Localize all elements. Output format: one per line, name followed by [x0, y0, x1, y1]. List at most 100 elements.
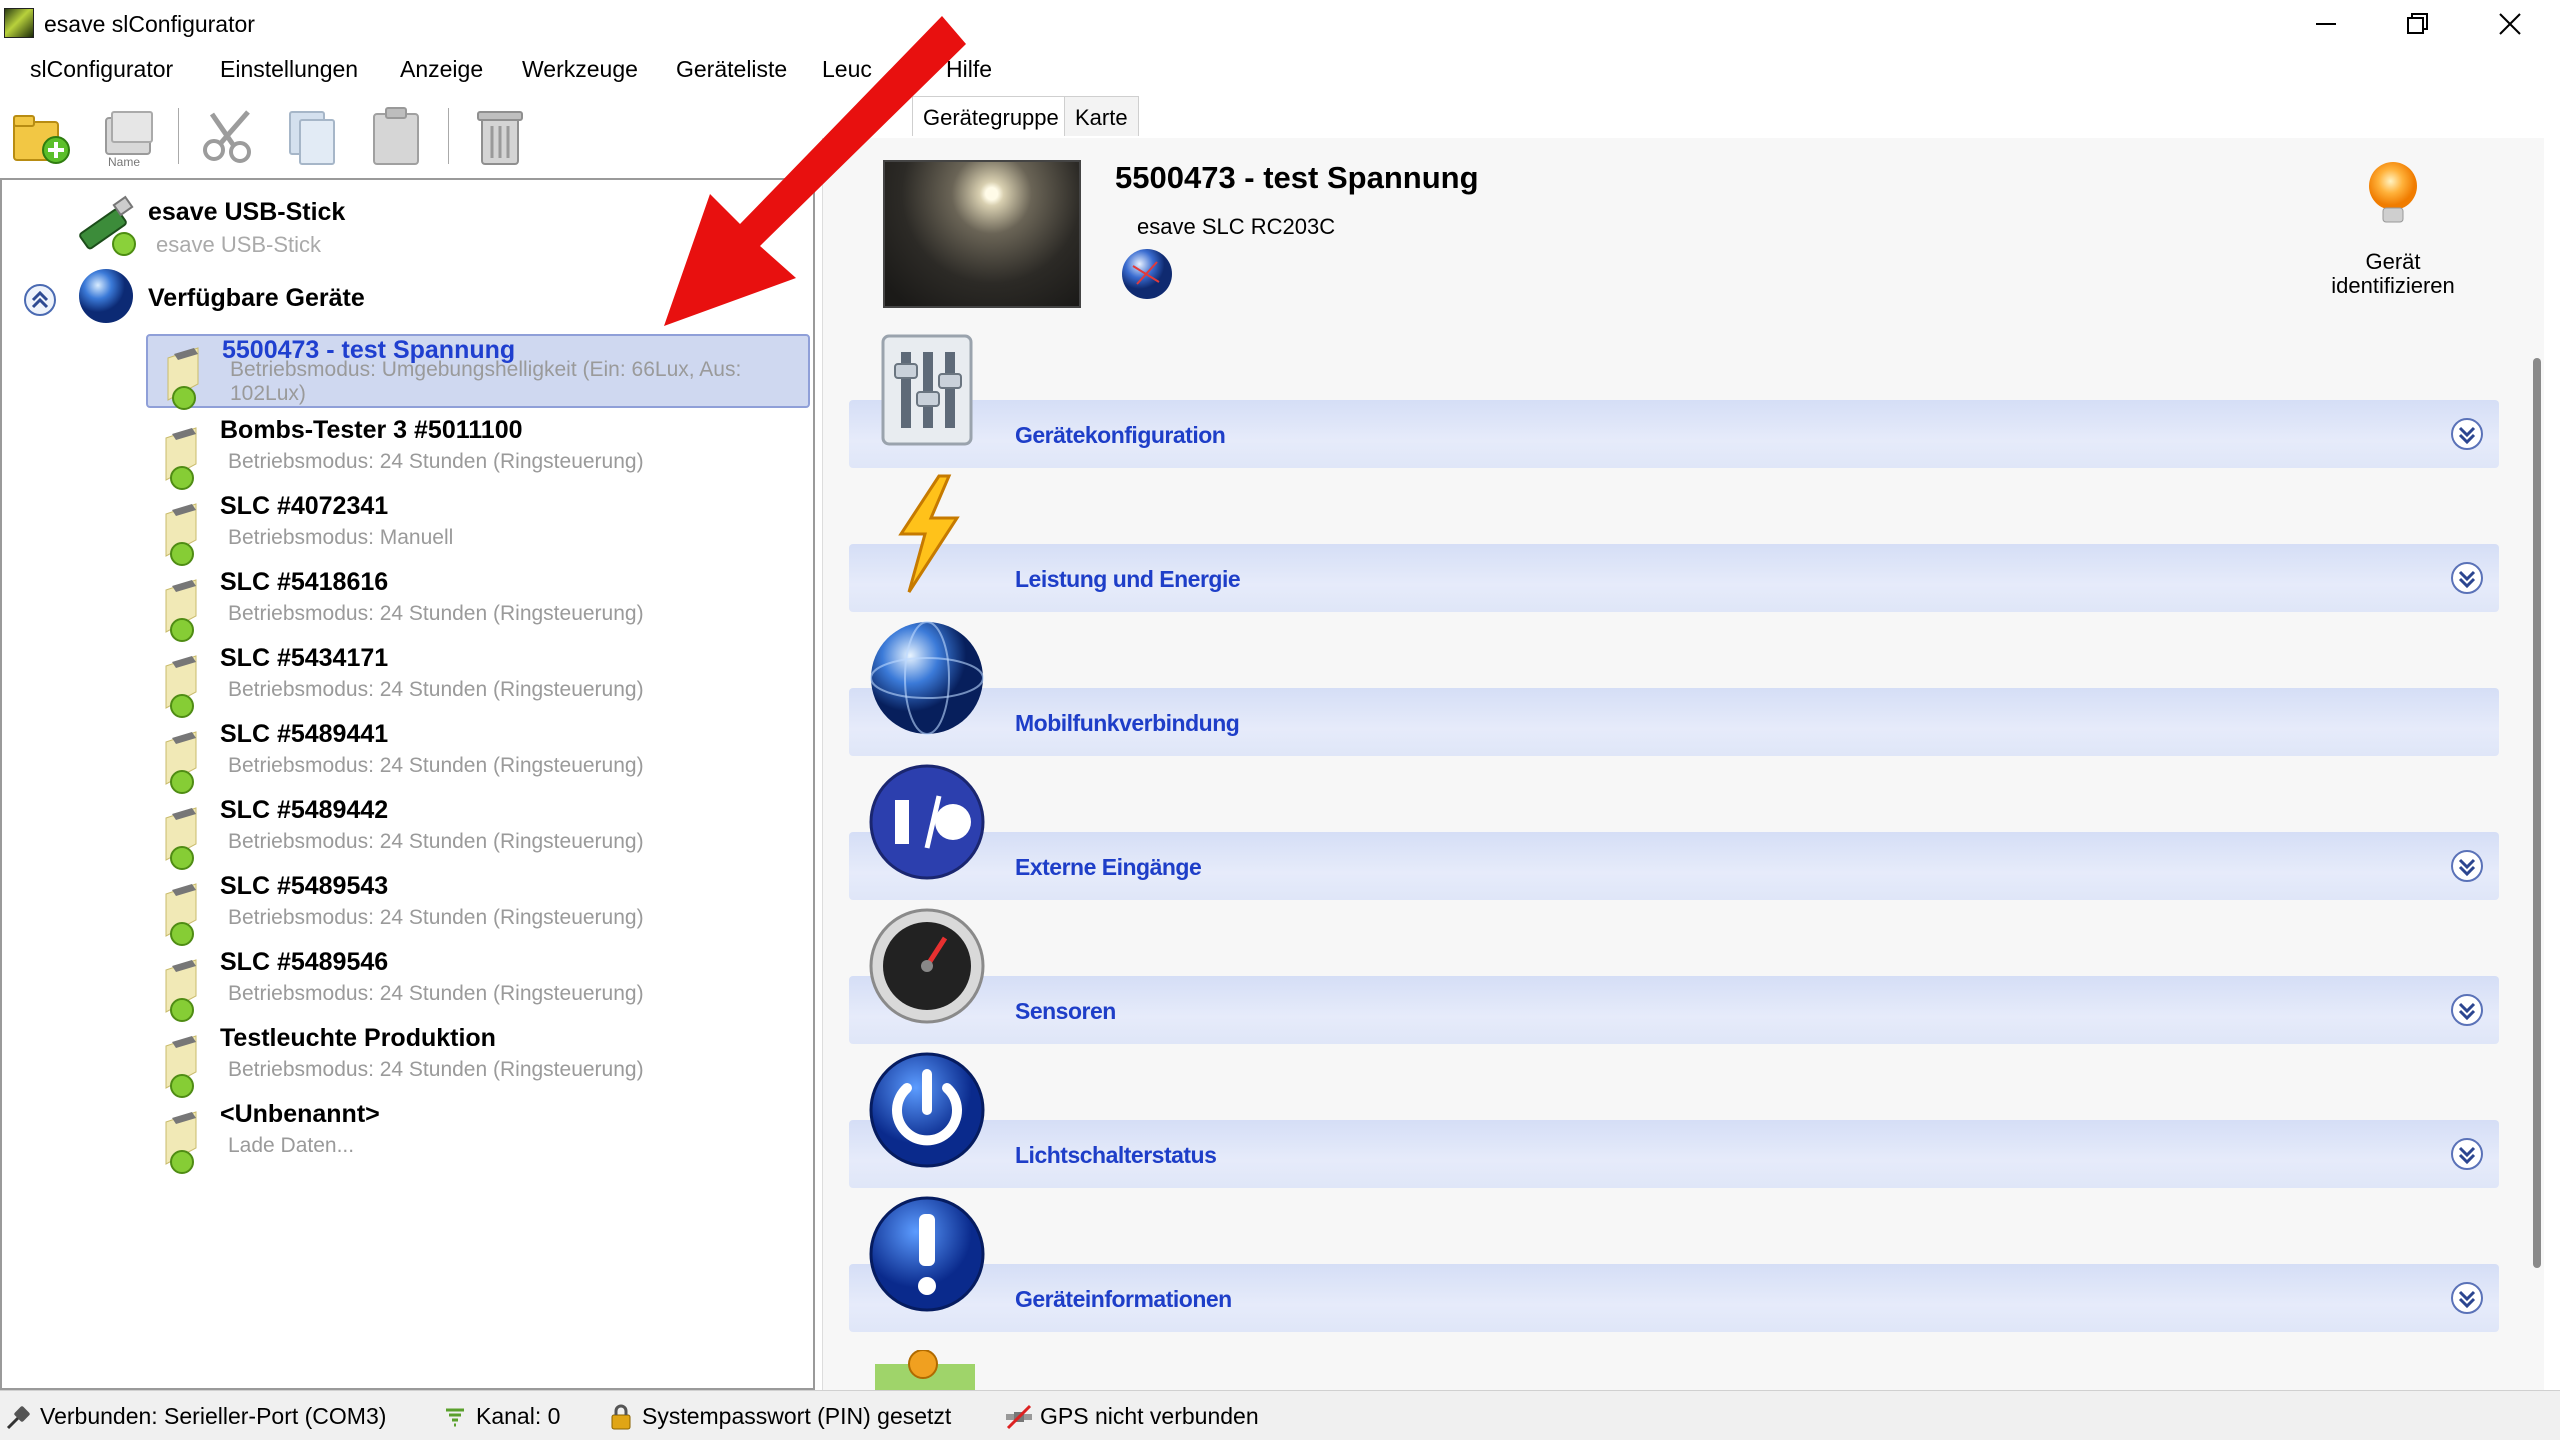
power-icon — [869, 1052, 985, 1168]
restore-icon — [2407, 13, 2428, 34]
device-detail-panel: Gerätegruppe Karte 5500473 - test Spannu… — [822, 96, 2560, 1390]
info-icon — [869, 1196, 985, 1312]
device-row[interactable]: SLC #4072341 Betriebsmodus: Manuell — [146, 492, 810, 566]
section-leistung-energie[interactable]: Leistung und Energie — [849, 472, 2499, 612]
chevron-down-icon[interactable] — [2449, 416, 2485, 452]
device-name: <Unbenannt> — [220, 1100, 380, 1128]
close-button[interactable] — [2464, 0, 2556, 48]
menu-werkzeuge[interactable]: Werkzeuge — [522, 56, 638, 83]
light-bulb-icon — [2369, 162, 2417, 223]
device-row-selected[interactable]: 5500473 - test Spannung Betriebsmodus: U… — [146, 334, 810, 410]
paste-button[interactable] — [364, 104, 428, 168]
copy-icon — [289, 111, 335, 165]
add-folder-icon — [13, 115, 70, 164]
status-channel-text: Kanal: 0 — [476, 1403, 561, 1429]
street-lamp-icon — [165, 427, 197, 490]
signal-icon — [446, 1408, 464, 1427]
section-lichtschalterstatus[interactable]: Lichtschalterstatus — [849, 1048, 2499, 1188]
device-name: SLC #5489441 — [220, 720, 389, 748]
section-label: Sensoren — [1015, 998, 1116, 1024]
gauge-icon — [869, 908, 985, 1024]
section-externe-eingaenge[interactable]: Externe Eingänge — [849, 760, 2499, 900]
add-device-button[interactable] — [10, 104, 74, 168]
section-geraetekonfiguration[interactable]: Gerätekonfiguration — [849, 328, 2499, 468]
available-devices-title: Verfügbare Geräte — [148, 284, 365, 312]
io-icon — [869, 764, 985, 880]
cut-button[interactable] — [196, 104, 260, 168]
usb-stick-subtitle: esave USB-Stick — [156, 232, 322, 257]
tab-karte[interactable]: Karte — [1064, 96, 1139, 136]
device-model: esave SLC RC203C — [1137, 214, 1336, 239]
chevron-down-icon[interactable] — [2449, 848, 2485, 884]
minimize-icon — [2316, 23, 2336, 25]
street-lamp-icon — [165, 883, 197, 946]
copy-button[interactable] — [280, 104, 344, 168]
chevron-down-icon[interactable] — [2449, 1280, 2485, 1316]
section-mobilfunkverbindung[interactable]: Mobilfunkverbindung — [849, 616, 2499, 756]
street-lamp-icon — [165, 503, 197, 566]
section-label: Geräteinformationen — [1015, 1286, 1232, 1312]
status-pin-text: Systempasswort (PIN) gesetzt — [642, 1403, 952, 1429]
street-lamp-icon — [167, 347, 199, 410]
section-label: Externe Eingänge — [1015, 854, 1202, 880]
device-row[interactable]: SLC #5489546 Betriebsmodus: 24 Stunden (… — [146, 948, 810, 1022]
device-row[interactable]: SLC #5489543 Betriebsmodus: 24 Stunden (… — [146, 872, 810, 946]
menu-slconfigurator[interactable]: slConfigurator — [30, 56, 173, 83]
globe-icon — [870, 621, 984, 735]
device-row[interactable]: SLC #5434171 Betriebsmodus: 24 Stunden (… — [146, 644, 810, 718]
device-mode: Betriebsmodus: 24 Stunden (Ringsteuerung… — [228, 450, 644, 473]
device-row[interactable]: <Unbenannt> Lade Daten... — [146, 1100, 810, 1174]
scroll-thumb[interactable] — [2533, 358, 2541, 1268]
device-mode: Lade Daten... — [228, 1134, 355, 1157]
chevron-down-icon[interactable] — [2449, 1136, 2485, 1172]
device-row[interactable]: SLC #5489442 Betriebsmodus: 24 Stunden (… — [146, 796, 810, 870]
device-name: SLC #5489442 — [220, 796, 389, 824]
device-row[interactable]: Testleuchte Produktion Betriebsmodus: 24… — [146, 1024, 810, 1098]
collapse-icon[interactable] — [22, 282, 58, 318]
device-row[interactable]: SLC #5489441 Betriebsmodus: 24 Stunden (… — [146, 720, 810, 794]
identify-device-button[interactable]: Gerät identifizieren — [2293, 158, 2493, 308]
usb-stick-title: esave USB-Stick — [148, 198, 346, 226]
delete-button[interactable] — [468, 104, 532, 168]
section-sensoren[interactable]: Sensoren — [849, 904, 2499, 1044]
device-name: SLC #4072341 — [220, 492, 389, 520]
svg-text:Name: Name — [108, 155, 140, 168]
plug-icon — [6, 1406, 30, 1430]
street-lamp-icon — [165, 655, 197, 718]
restore-button[interactable] — [2372, 0, 2464, 48]
vertical-scrollbar[interactable] — [2531, 328, 2544, 1388]
device-mode: Betriebsmodus: 24 Stunden (Ringsteuerung… — [228, 1058, 644, 1081]
chevron-down-icon[interactable] — [2449, 560, 2485, 596]
rename-button[interactable]: Name — [96, 104, 160, 169]
toolbar-separator — [178, 108, 180, 164]
status-gps-text: GPS nicht verbunden — [1040, 1403, 1259, 1429]
section-geraeteinformationen[interactable]: Geräteinformationen — [849, 1192, 2499, 1332]
device-row[interactable]: SLC #5418616 Betriebsmodus: 24 Stunden (… — [146, 568, 810, 642]
street-lamp-icon — [165, 959, 197, 1022]
menu-einstellungen[interactable]: Einstellungen — [220, 56, 358, 83]
device-name: SLC #5434171 — [220, 644, 389, 672]
device-content: 5500473 - test Spannung esave SLC RC203C… — [822, 138, 2544, 1390]
close-icon — [2499, 13, 2521, 35]
network-globe-icon — [1122, 249, 1172, 299]
chevron-down-icon[interactable] — [2449, 992, 2485, 1028]
street-lamp-icon — [165, 807, 197, 870]
clipboard-icon — [373, 107, 419, 165]
window-title: esave slConfigurator — [44, 11, 255, 37]
satellite-off-icon — [1006, 1404, 1032, 1430]
device-mode: Betriebsmodus: 24 Stunden (Ringsteuerung… — [228, 754, 644, 777]
minimize-button[interactable] — [2280, 0, 2372, 48]
device-title: 5500473 - test Spannung — [1115, 160, 1479, 195]
scissors-icon — [203, 110, 251, 163]
section-label: Gerätekonfiguration — [1015, 422, 1226, 448]
device-row[interactable]: Bombs-Tester 3 #5011100 Betriebsmodus: 2… — [146, 416, 810, 490]
device-tree[interactable]: esave USB-Stick esave USB-Stick Verfügba… — [0, 178, 815, 1390]
device-mode: Betriebsmodus: 24 Stunden (Ringsteuerung… — [228, 678, 644, 701]
rename-icon: Name — [105, 111, 153, 169]
device-mode: Betriebsmodus: 24 Stunden (Ringsteuerung… — [228, 982, 644, 1005]
menu-anzeige[interactable]: Anzeige — [400, 56, 483, 83]
street-lamp-icon — [165, 1111, 197, 1174]
status-bar: Verbunden: Serieller-Port (COM3) Kanal: … — [0, 1390, 2560, 1440]
status-connection-text: Verbunden: Serieller-Port (COM3) — [40, 1403, 387, 1429]
device-name: Bombs-Tester 3 #5011100 — [220, 416, 523, 444]
